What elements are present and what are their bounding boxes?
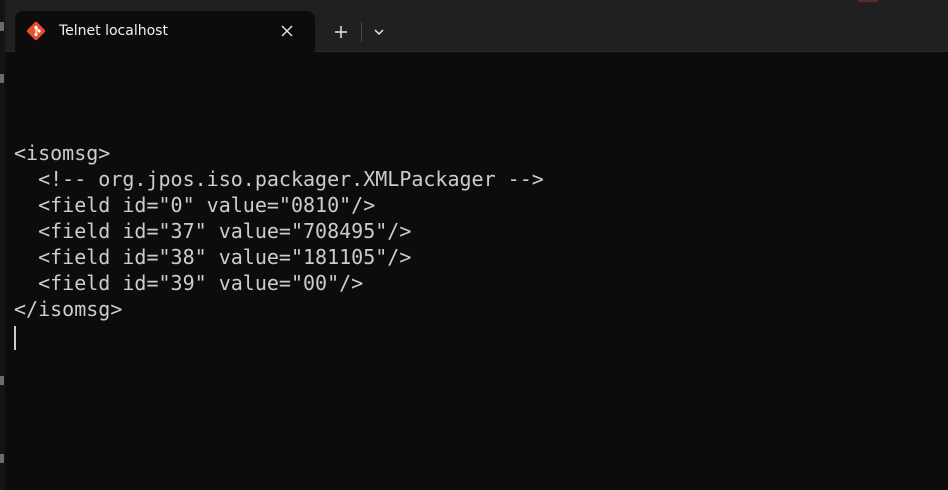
terminal-output[interactable]: <isomsg> <!-- org.jpos.iso.packager.XMLP… xyxy=(14,140,934,480)
terminal-window: Telnet localhost <isomsg> <!-- org.jpos.… xyxy=(0,0,948,490)
text-cursor xyxy=(14,325,16,350)
terminal-line: <field id="37" value="708495"/> xyxy=(14,219,412,243)
terminal-prompt-line[interactable] xyxy=(14,322,934,350)
edge-mark xyxy=(0,74,4,83)
terminal-line: <isomsg> xyxy=(14,141,111,165)
toolbar-divider xyxy=(361,22,362,42)
new-tab-button[interactable] xyxy=(327,18,355,46)
edge-mark xyxy=(0,22,4,31)
chevron-down-icon xyxy=(374,29,384,36)
tab-telnet-localhost[interactable]: Telnet localhost xyxy=(15,11,315,52)
edge-mark xyxy=(0,454,4,463)
terminal-line: <!-- org.jpos.iso.packager.XMLPackager -… xyxy=(14,167,544,191)
plus-icon xyxy=(335,26,347,38)
tab-title: Telnet localhost xyxy=(59,23,168,39)
terminal-line: <field id="39" value="00"/> xyxy=(14,271,364,295)
background-window-edge-strip xyxy=(0,0,5,490)
terminal-line: <field id="38" value="181105"/> xyxy=(14,245,412,269)
close-tab-button[interactable] xyxy=(277,21,297,41)
background-window-edge xyxy=(858,0,878,2)
terminal-line: <field id="0" value="0810"/> xyxy=(14,193,376,217)
terminal-line: </isomsg> xyxy=(14,297,123,321)
git-bash-icon xyxy=(26,21,46,41)
edge-mark xyxy=(0,376,4,385)
profile-dropdown-button[interactable] xyxy=(366,18,392,46)
title-bar[interactable]: Telnet localhost xyxy=(0,0,948,52)
close-icon xyxy=(281,25,293,37)
